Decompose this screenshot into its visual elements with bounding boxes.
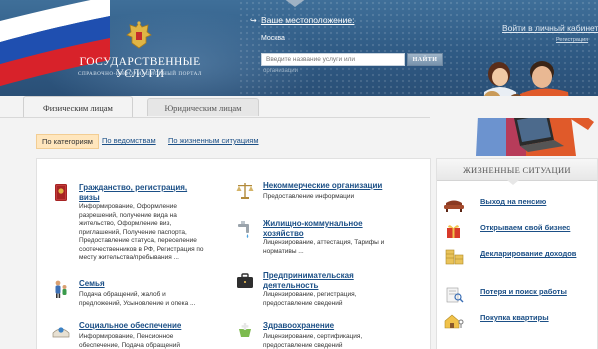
register-link[interactable]: Регистрация <box>556 37 588 43</box>
category-description: Предоставление информации <box>263 193 355 200</box>
life-item-label[interactable]: Декларирование доходов <box>480 249 597 258</box>
armchair-icon <box>444 200 464 212</box>
faucet-icon <box>238 221 249 238</box>
category-title[interactable]: Семья <box>79 279 209 289</box>
filter-by-department[interactable]: По ведомствам <box>102 136 156 145</box>
coins-stack-icon <box>445 249 464 265</box>
category-title[interactable]: Некоммерческие организации <box>263 181 403 191</box>
tab-legal-entities[interactable]: Юридическим лицам <box>147 98 259 116</box>
tabs-divider <box>0 117 430 118</box>
coat-of-arms-icon <box>126 21 152 49</box>
top-notch <box>283 0 307 7</box>
medicine-icon <box>239 323 251 337</box>
family-icon <box>55 280 67 298</box>
category-title[interactable]: Гражданство, регистрация, визы <box>79 183 209 202</box>
site-subtitle: СПРАВОЧНО-ИНФОРМАЦИОННЫЙ ПОРТАЛ <box>78 71 202 77</box>
category-title[interactable]: Жилищно-коммунальное хозяйство <box>263 219 403 238</box>
category-title[interactable]: Предпринимательская деятельность <box>263 271 403 290</box>
gift-box-icon <box>447 225 460 238</box>
filter-by-life-situation[interactable]: По жизненным ситуациям <box>168 136 259 145</box>
scales-icon <box>236 183 254 199</box>
category-description: Лицензирование, сертификация, предоставл… <box>263 333 363 349</box>
search-hint: организации <box>263 68 298 74</box>
location-link[interactable]: Ваше местоположение: <box>261 15 354 25</box>
location-arrow-icon: ↪ <box>250 16 257 25</box>
category-title[interactable]: Социальное обеспечение <box>79 321 209 331</box>
document-search-icon <box>446 287 464 303</box>
briefcase-icon <box>237 273 253 288</box>
filter-by-category[interactable]: По категориям <box>36 134 99 149</box>
categories-panel: Гражданство, регистрация, визы Информиро… <box>36 158 431 349</box>
life-item-label[interactable]: Выход на пенсию <box>480 197 597 206</box>
search-button[interactable]: НАЙТИ <box>407 53 443 66</box>
category-title[interactable]: Здравоохранение <box>263 321 403 331</box>
category-description: Подача обращений, жалоб и предложений, У… <box>79 291 196 307</box>
category-description: Лицензирование, аттестация, Тарифы и нор… <box>263 239 385 255</box>
search-input[interactable] <box>261 53 405 66</box>
life-item-label[interactable]: Покупка квартиры <box>480 313 597 322</box>
tab-individuals[interactable]: Физическим лицам <box>23 96 133 118</box>
life-situations-title: ЖИЗНЕННЫЕ СИТУАЦИИ <box>437 159 597 181</box>
russian-flag-icon <box>0 0 110 87</box>
social-care-icon <box>52 327 70 338</box>
category-description: Информирование, Пенсионное обеспечение, … <box>79 333 181 349</box>
house-keys-icon <box>444 314 464 329</box>
location-value: Москва <box>261 35 285 42</box>
passport-icon <box>55 184 67 201</box>
life-situations-notch <box>507 180 519 185</box>
category-description: Информирование, Оформление разрешений, п… <box>79 203 204 261</box>
cabinet-login-link[interactable]: Войти в личный кабинет <box>502 23 598 33</box>
life-situations-panel: ЖИЗНЕННЫЕ СИТУАЦИИ Выход на пенсию Откры… <box>436 158 598 349</box>
life-item-label[interactable]: Потеря и поиск работы <box>480 287 597 296</box>
category-description: Лицензирование, регистрация, предоставле… <box>263 291 357 307</box>
life-item-label[interactable]: Открываем свой бизнес <box>480 223 597 232</box>
